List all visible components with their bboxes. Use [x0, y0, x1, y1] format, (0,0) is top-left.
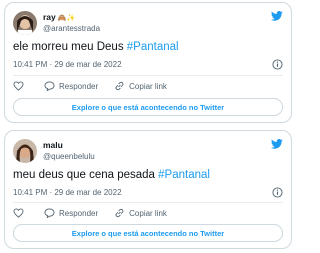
avatar[interactable]	[13, 11, 37, 35]
explore-twitter-button[interactable]: Explore o que está acontecendo no Twitte…	[13, 98, 283, 116]
tweet-text-body: ele morreu meu Deus	[13, 41, 127, 53]
tweet-card[interactable]: malu @queenbelulu meu deus que cena pesa…	[4, 130, 292, 249]
display-name-text: ray	[43, 12, 56, 22]
info-icon[interactable]	[272, 59, 283, 70]
reply-bubble-icon	[44, 81, 55, 91]
avatar[interactable]	[13, 139, 37, 163]
twitter-logo-icon[interactable]	[271, 11, 283, 21]
tweet-card[interactable]: ray 🙈✨ @arantesstrada ele morreu meu Deus…	[4, 2, 292, 123]
info-icon[interactable]	[272, 187, 283, 198]
heart-icon	[13, 81, 24, 91]
copy-link-button[interactable]: Copiar link	[114, 208, 167, 218]
divider	[13, 75, 283, 76]
explore-twitter-button[interactable]: Explore o que está acontecendo no Twitte…	[13, 224, 283, 242]
copy-link-label: Copiar link	[129, 208, 167, 218]
like-button[interactable]	[13, 81, 28, 91]
display-name[interactable]: ray 🙈✨	[43, 12, 75, 22]
link-icon	[115, 81, 124, 91]
reply-button[interactable]: Responder	[44, 208, 98, 218]
like-button[interactable]	[13, 208, 28, 218]
name-emoji: 🙈✨	[57, 15, 76, 22]
divider	[13, 202, 283, 203]
tweet-actions: Responder Copiar link	[13, 208, 183, 218]
hashtag-link[interactable]: #Pantanal	[158, 169, 210, 181]
link-icon	[115, 208, 124, 218]
user-handle[interactable]: @queenbelulu	[43, 152, 95, 161]
user-handle[interactable]: @arantesstrada	[43, 24, 100, 33]
reply-label: Responder	[59, 81, 99, 91]
tweet-text: meu deus que cena pesada #Pantanal	[13, 169, 210, 181]
heart-icon	[13, 208, 24, 218]
copy-link-button[interactable]: Copiar link	[114, 81, 167, 91]
display-name-text: malu	[43, 140, 63, 150]
reply-label: Responder	[59, 208, 99, 218]
tweet-timestamp[interactable]: 10:41 PM · 29 de mar de 2022	[13, 188, 122, 197]
tweet-timestamp[interactable]: 10:41 PM · 29 de mar de 2022	[13, 60, 122, 69]
tweet-text-body: meu deus que cena pesada	[13, 169, 159, 181]
hashtag-link[interactable]: #Pantanal	[127, 41, 179, 53]
twitter-logo-icon[interactable]	[271, 139, 283, 149]
copy-link-label: Copiar link	[129, 81, 167, 91]
reply-button[interactable]: Responder	[44, 81, 98, 91]
tweet-text: ele morreu meu Deus #Pantanal	[13, 41, 179, 53]
display-name[interactable]: malu	[43, 140, 63, 150]
tweet-actions: Responder Copiar link	[13, 81, 183, 91]
reply-bubble-icon	[44, 208, 55, 218]
